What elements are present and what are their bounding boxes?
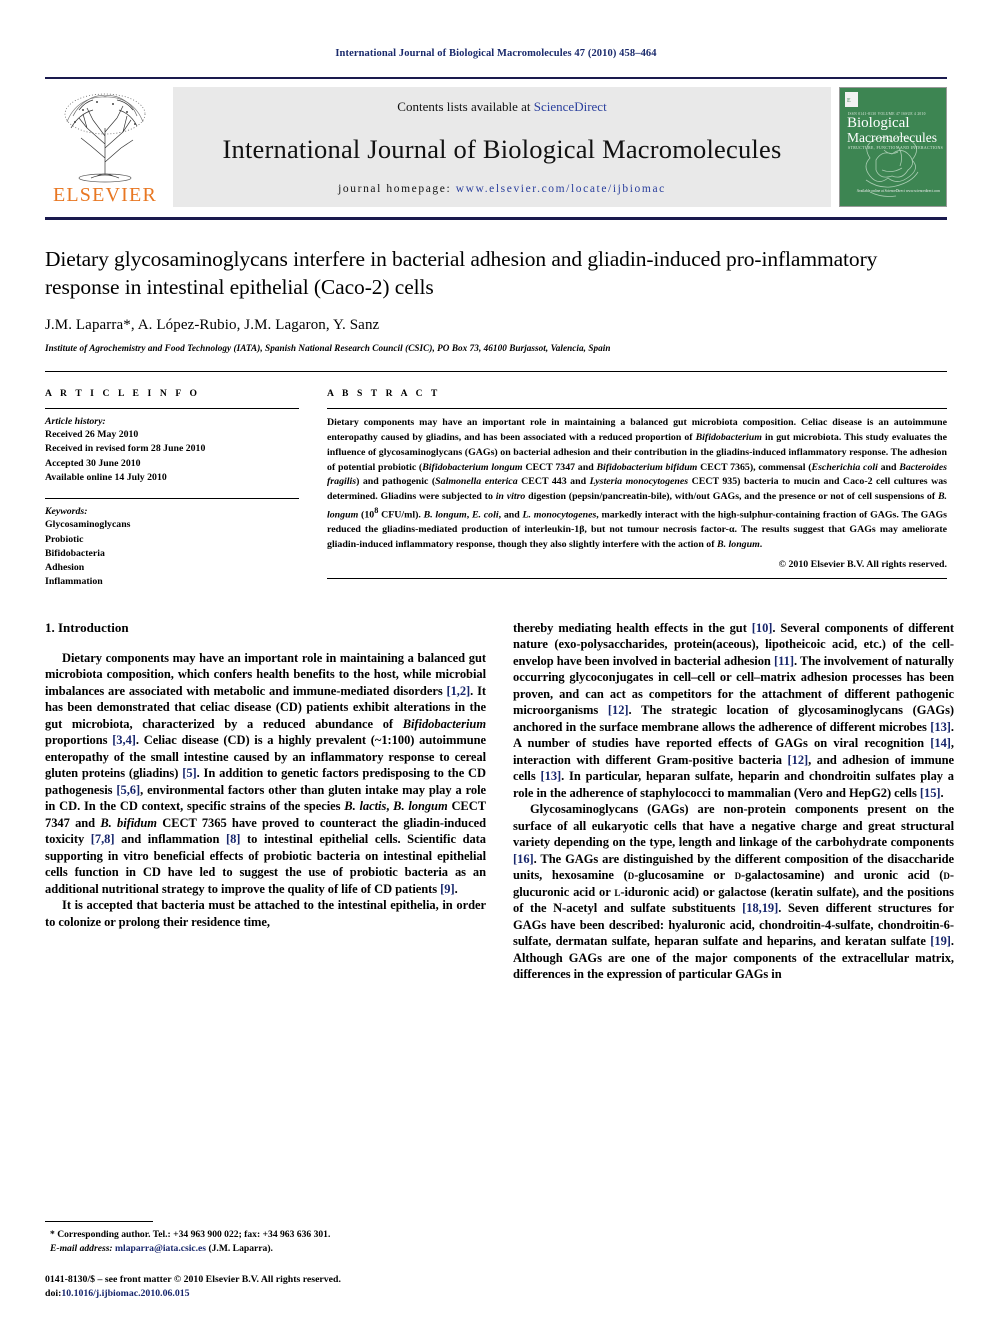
email-link[interactable]: mlaparra@iata.csic.es [115, 1243, 206, 1254]
section-heading-introduction: 1. Introduction [45, 619, 129, 635]
contents-available-line: Contents lists available at ScienceDirec… [397, 99, 606, 115]
article-history-list: Received 26 May 2010 Received in revised… [45, 428, 299, 485]
svg-text:E: E [847, 98, 851, 104]
page-title: Dietary glycosaminoglycans interfere in … [45, 247, 878, 299]
cover-title-line2: Macromolecules [847, 130, 937, 145]
corresponding-author-line: * Corresponding author. Tel.: +34 963 90… [50, 1228, 331, 1240]
author-list: J.M. Laparra*, A. López-Rubio, J.M. Laga… [45, 317, 380, 334]
article-history-label: Article history: [45, 416, 106, 428]
keyword-item: Probiotic [45, 533, 84, 545]
email-suffix: (J.M. Laparra). [208, 1242, 273, 1254]
abstract-text: Dietary components may have an important… [327, 417, 948, 551]
footnote-rule [45, 1220, 153, 1222]
abstract-bottom-rule [327, 578, 947, 580]
contents-prefix: Contents lists available at [397, 99, 534, 114]
body-column-right: thereby mediating health effects in the … [513, 620, 954, 983]
elsevier-wordmark: ELSEVIER [52, 184, 158, 206]
keyword-item: Glycosaminoglycans [45, 519, 131, 531]
info-abstract-section: A R T I C L E I N F O Article history: R… [45, 388, 947, 590]
paragraph: It is accepted that bacteria must be att… [45, 898, 486, 929]
journal-homepage-line: journal homepage: www.elsevier.com/locat… [338, 183, 666, 195]
keywords-label: Keywords: [45, 506, 88, 518]
keyword-item: Adhesion [45, 562, 85, 574]
body-column-left: 1. Introduction Dietary components may h… [45, 620, 486, 983]
cover-subtitle: STRUCTURE, FUNCTION AND INTERACTIONS [848, 146, 944, 150]
affiliation: Institute of Agrochemistry and Food Tech… [45, 343, 611, 354]
journal-title: International Journal of Biological Macr… [222, 133, 782, 164]
keyword-item: Bifidobacteria [45, 547, 105, 559]
keywords-block: Keywords: Glycosaminoglycans Probiotic B… [45, 498, 299, 589]
article-info-column: A R T I C L E I N F O Article history: R… [45, 388, 313, 590]
masthead-bottom-rule [45, 217, 947, 220]
doi-line: doi:10.1016/j.ijbiomac.2010.06.015 [45, 1287, 486, 1301]
journal-masthead: ELSEVIER Contents lists available at Sci… [45, 77, 947, 207]
footnote-area: * Corresponding author. Tel.: +34 963 90… [45, 1220, 486, 1301]
homepage-label: journal homepage: [338, 183, 452, 195]
article-body: 1. Introduction Dietary components may h… [45, 620, 954, 983]
journal-cover-thumbnail: E ISSN 0141-8130 VOLUME 47 ISSUE 4 2010 … [839, 87, 947, 207]
paragraph: Glycosaminoglycans (GAGs) are non-protei… [513, 802, 954, 982]
title-divider [45, 371, 947, 373]
abstract-column: A B S T R A C T Dietary components may h… [313, 388, 947, 590]
article-info-heading: A R T I C L E I N F O [45, 388, 201, 400]
cover-credit: Available online at ScienceDirect www.sc… [856, 189, 940, 194]
cover-title-line1: Biological [847, 115, 910, 131]
paper-page: International Journal of Biological Macr… [0, 0, 992, 1323]
email-line: E-mail address: mlaparra@iata.csic.es (J… [45, 1242, 486, 1256]
email-label: E-mail address: [50, 1242, 113, 1254]
sciencedirect-link[interactable]: ScienceDirect [534, 99, 607, 114]
copyright-notice: © 2010 Elsevier B.V. All rights reserved… [778, 559, 947, 571]
elsevier-logo: ELSEVIER [45, 87, 165, 207]
article-info-rule [45, 408, 299, 410]
front-matter-line: 0141-8130/$ – see front matter © 2010 El… [45, 1273, 341, 1285]
abstract-rule [327, 408, 947, 410]
running-head: International Journal of Biological Macr… [335, 48, 657, 59]
history-item: Received 26 May 2010 [45, 429, 139, 441]
history-item: Accepted 30 June 2010 [45, 457, 141, 469]
corresponding-author-note: * Corresponding author. Tel.: +34 963 90… [45, 1228, 486, 1256]
homepage-url-link[interactable]: www.elsevier.com/locate/ijbiomac [456, 183, 666, 195]
paragraph: Dietary components may have an important… [45, 650, 486, 896]
elsevier-tree-icon [64, 93, 146, 183]
history-item: Available online 14 July 2010 [45, 471, 167, 483]
masthead-center: Contents lists available at ScienceDirec… [173, 87, 831, 207]
keywords-list: Glycosaminoglycans Probiotic Bifidobacte… [45, 518, 299, 589]
issn-copyright-block: 0141-8130/$ – see front matter © 2010 El… [45, 1273, 486, 1301]
title-block: Dietary glycosaminoglycans interfere in … [45, 246, 947, 353]
paragraph: thereby mediating health effects in the … [513, 620, 955, 800]
keyword-item: Inflammation [45, 576, 103, 588]
doi-label: doi: [45, 1287, 62, 1299]
doi-link[interactable]: 10.1016/j.ijbiomac.2010.06.015 [61, 1288, 189, 1299]
abstract-heading: A B S T R A C T [327, 388, 441, 400]
history-item: Received in revised form 28 June 2010 [45, 443, 206, 455]
